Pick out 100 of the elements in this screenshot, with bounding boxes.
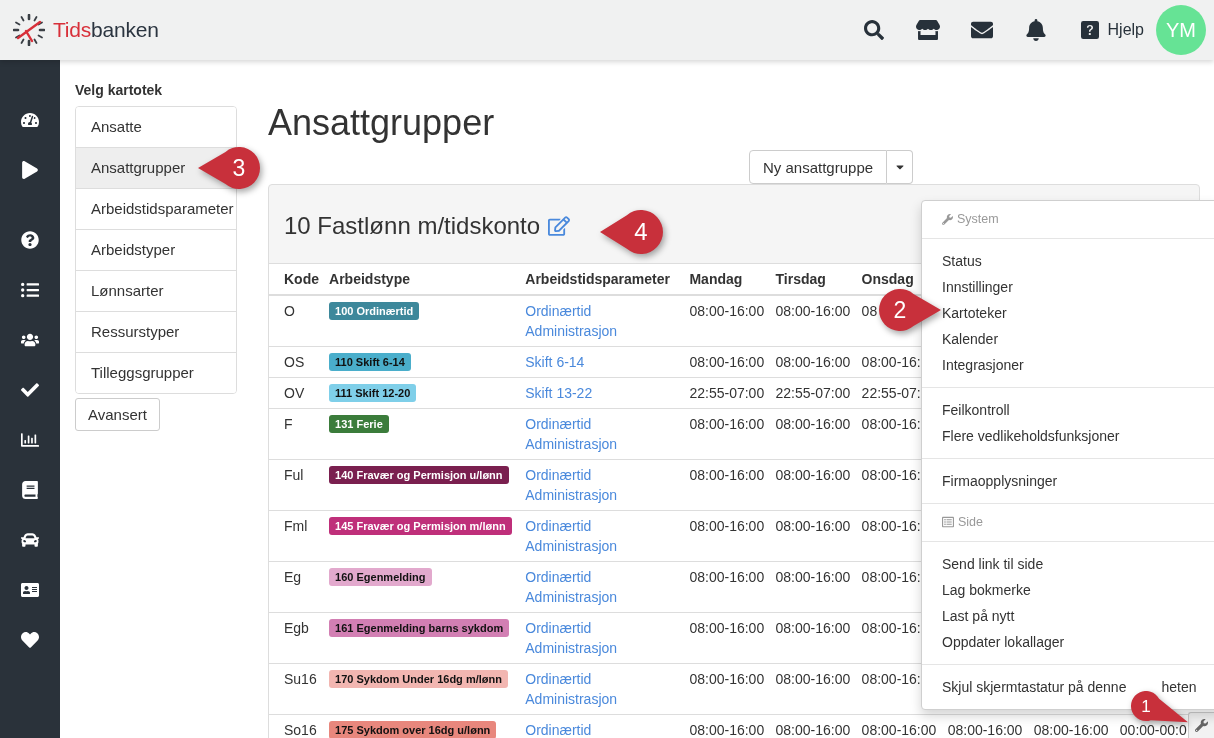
column-header: Mandag [689, 270, 743, 289]
callout-marker: 4 [600, 210, 663, 254]
time-range: 08:00-16:00 [775, 517, 851, 536]
time-range: 08:00-16:00 [689, 670, 765, 689]
time-range: 08:00-16: [861, 466, 921, 485]
users-icon[interactable] [21, 331, 39, 349]
work-type-label: 131 Ferie [329, 415, 389, 433]
parameter-link[interactable]: Ordinærtid [525, 669, 592, 689]
play-icon[interactable] [21, 161, 39, 179]
store-icon[interactable] [915, 18, 940, 42]
menu-item[interactable]: Skjul skjermtastatur på denne [942, 674, 1127, 700]
time-range: 08:00-16:00 [689, 415, 765, 434]
menu-item[interactable]: Kalender [942, 326, 999, 352]
gauge-icon[interactable] [21, 111, 39, 129]
check-icon[interactable] [21, 381, 39, 399]
dropdown-toggle-button[interactable] [887, 150, 914, 184]
menu-item[interactable]: Lag bokmerke [942, 577, 1031, 603]
menu-item[interactable]: Send link til side [942, 551, 1044, 577]
column-header: Kode [284, 270, 319, 289]
parameter-link[interactable]: Skift 6-14 [525, 352, 585, 372]
time-range: 08:00-16:00 [775, 302, 851, 321]
menu-item[interactable]: Firmaopplysninger [942, 468, 1058, 494]
code-text: OV [284, 384, 305, 403]
time-range: 22:55-07:00 [775, 384, 851, 403]
new-group-button[interactable]: Ny ansattgruppe [749, 150, 888, 184]
parameter-link[interactable]: Administrasjon [525, 587, 618, 607]
parameter-link[interactable]: Ordinærtid [525, 720, 592, 738]
parameter-link[interactable]: Administrasjon [525, 536, 618, 556]
menu-item[interactable]: Status [942, 248, 982, 274]
menu-section-header: Side [958, 514, 984, 531]
time-range: 08:00-16:00 [689, 302, 765, 321]
time-range: 08:00-16:00 [689, 517, 765, 536]
menu-item[interactable]: Flere vedlikeholdsfunksjoner [942, 423, 1120, 449]
time-range: 08:00-16:00 [689, 466, 765, 485]
heart-icon[interactable] [21, 631, 39, 649]
envelope-icon[interactable] [970, 19, 993, 41]
list-icon[interactable] [21, 281, 39, 299]
help-link[interactable]: Hjelp [1070, 10, 1154, 50]
code-text: F [284, 415, 293, 434]
code-text: Egb [284, 619, 309, 638]
work-type-label: 110 Skift 6-14 [329, 353, 411, 371]
work-type-label: 175 Sykdom over 16dg u/lønn [329, 721, 497, 738]
code-text: Ful [284, 466, 304, 485]
parameter-link[interactable]: Ordinærtid [525, 301, 592, 321]
work-type-label: 170 Sykdom Under 16dg m/lønn [329, 670, 508, 688]
time-range: 22:55-07: [861, 384, 921, 403]
bell-icon[interactable] [1024, 19, 1047, 41]
work-type-label: 145 Fravær og Permisjon m/lønn [329, 517, 512, 535]
help-icon[interactable] [21, 231, 39, 249]
work-type-label: 140 Fravær og Permisjon u/lønn [329, 466, 509, 484]
code-text: Fml [284, 517, 308, 536]
edit-icon[interactable] [548, 215, 571, 237]
kartotek-list-item[interactable]: Tilleggsgrupper [76, 352, 236, 393]
parameter-link[interactable]: Administrasjon [525, 485, 618, 505]
clock-logo-icon [13, 14, 45, 46]
parameter-link[interactable]: Administrasjon [525, 321, 618, 341]
time-range: 08:00-16:00 [775, 619, 851, 638]
time-range: 08:00-16:00 [689, 568, 765, 587]
menu-item[interactable]: Feilkontroll [942, 397, 1010, 423]
parameter-link[interactable]: Ordinærtid [525, 618, 592, 638]
settings-toggle-button[interactable] [1188, 712, 1214, 738]
parameter-link[interactable]: Ordinærtid [525, 465, 592, 485]
menu-item[interactable]: Integrasjoner [942, 352, 1024, 378]
work-type-label: 100 Ordinærtid [329, 302, 420, 320]
work-type-label: 111 Skift 12-20 [329, 384, 417, 402]
code-text: OS [284, 353, 305, 372]
wrench-icon [1195, 719, 1208, 732]
time-range: 08:00-16: [861, 517, 921, 536]
search-icon[interactable] [863, 20, 884, 40]
time-range: 08:00-16:00 [775, 670, 851, 689]
menu-item[interactable]: Oppdater lokallager [942, 629, 1065, 655]
time-range: 08:00-16:00 [689, 619, 765, 638]
code-text: So16 [284, 721, 317, 738]
menu-item[interactable]: Innstillinger [942, 274, 1013, 300]
parameter-link[interactable]: Ordinærtid [525, 567, 592, 587]
bar-chart-icon[interactable] [21, 431, 39, 449]
time-range: 08:00-16: [861, 619, 921, 638]
time-range: 08:00-16:00 [947, 721, 1023, 738]
menu-section-header: System [957, 211, 999, 228]
car-icon[interactable] [21, 531, 39, 549]
advanced-button[interactable]: Avansert [75, 398, 160, 431]
parameter-link[interactable]: Ordinærtid [525, 414, 592, 434]
column-header: Tirsdag [775, 270, 826, 289]
parameter-link[interactable]: Administrasjon [525, 689, 618, 709]
callout-marker: 3 [198, 147, 260, 189]
page-title: Ansattgrupper [268, 103, 496, 143]
parameter-link[interactable]: Skift 13-22 [525, 383, 593, 403]
menu-item[interactable]: Last på nytt [942, 603, 1015, 629]
menu-item[interactable]: Kartoteker [942, 300, 1007, 326]
id-card-icon[interactable] [21, 581, 39, 599]
parameter-link[interactable]: Administrasjon [525, 434, 618, 454]
code-text: Su16 [284, 670, 317, 689]
time-range: 08:00-16:00 [775, 568, 851, 587]
code-text: O [284, 302, 295, 321]
parameter-link[interactable]: Ordinærtid [525, 516, 592, 536]
work-type-label: 160 Egenmelding [329, 568, 432, 586]
parameter-link[interactable]: Administrasjon [525, 638, 618, 658]
help-icon [1080, 21, 1099, 39]
book-icon[interactable] [21, 481, 39, 499]
time-range: 00:00-00:0 [1119, 721, 1187, 738]
